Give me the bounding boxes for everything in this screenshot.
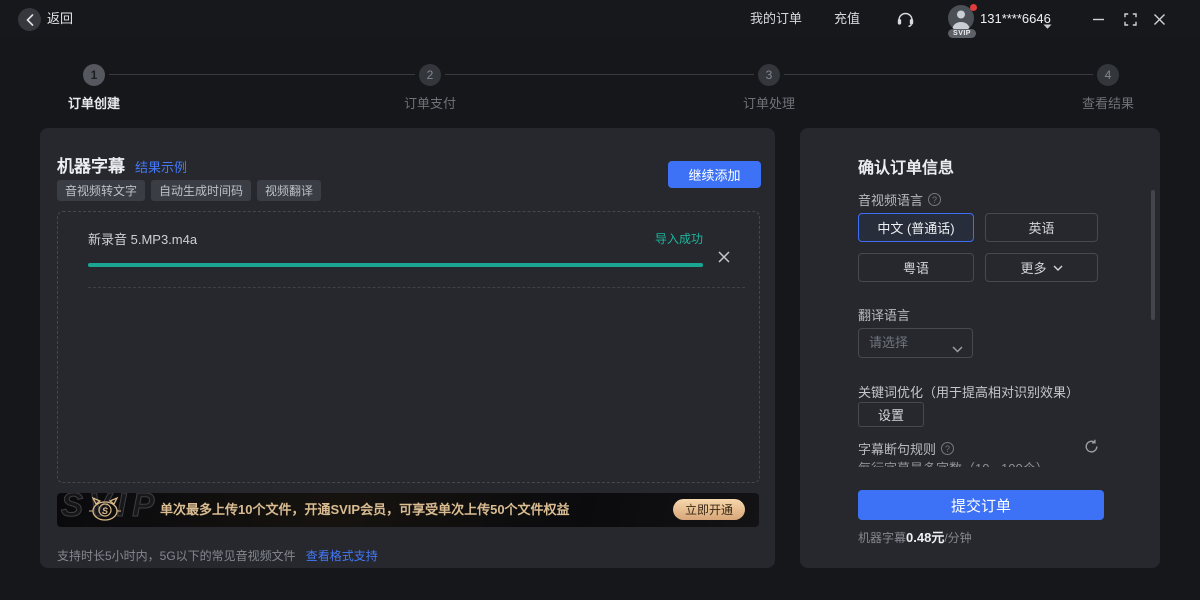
upload-panel: 机器字幕 结果示例 继续添加 音视频转文字 自动生成时间码 视频翻译 新录音 5…: [40, 128, 775, 568]
back-label[interactable]: 返回: [47, 0, 73, 38]
select-placeholder: 请选择: [869, 329, 908, 357]
panel-scrollbar-thumb[interactable]: [1151, 190, 1155, 320]
account-avatar[interactable]: SVIP: [948, 5, 976, 35]
headset-icon[interactable]: [896, 10, 915, 32]
step-connector: [784, 74, 1093, 75]
step-3-circle: 3: [758, 64, 780, 86]
keyword-label-text: 关键词优化（用于提高相对识别效果）: [858, 382, 1079, 401]
feature-tag: 音视频转文字: [57, 180, 145, 201]
language-option-more[interactable]: 更多: [985, 253, 1098, 282]
price-suffix: /分钟: [944, 531, 971, 545]
svip-badge: SVIP: [948, 29, 976, 38]
language-option-mandarin[interactable]: 中文 (普通话): [858, 213, 974, 242]
file-status: 导入成功: [655, 230, 703, 247]
audio-language-label: 音视频语言 ?: [858, 190, 941, 209]
language-option-english[interactable]: 英语: [985, 213, 1098, 242]
nav-my-orders[interactable]: 我的订单: [750, 0, 802, 38]
feature-tags: 音视频转文字 自动生成时间码 视频翻译: [57, 180, 321, 201]
keyword-settings-button[interactable]: 设置: [858, 402, 924, 427]
remove-file-button[interactable]: [717, 250, 731, 264]
step-connector: [109, 74, 415, 75]
keyword-optimization-label: 关键词优化（用于提高相对识别效果）: [858, 382, 1079, 401]
step-3-label: 订单处理: [699, 93, 839, 112]
step-2-label: 订单支付: [360, 93, 500, 112]
step-4-label: 查看结果: [1038, 93, 1178, 112]
chevron-left-icon: [26, 14, 34, 26]
price-value: 0.48元: [906, 530, 944, 545]
upload-hint: 支持时长5小时内，5G以下的常见音视频文件查看格式支持: [57, 547, 378, 564]
language-option-cantonese[interactable]: 粤语: [858, 253, 974, 282]
info-icon[interactable]: ?: [928, 193, 941, 206]
order-stepper: 1 2 3 4 订单创建 订单支付 订单处理 查看结果: [0, 38, 1200, 128]
minimize-button[interactable]: [1086, 7, 1110, 31]
feature-tag: 自动生成时间码: [151, 180, 251, 201]
audio-language-label-text: 音视频语言: [858, 190, 923, 209]
nav-recharge[interactable]: 充值: [834, 0, 860, 38]
step-connector: [445, 74, 754, 75]
price-prefix: 机器字幕: [858, 531, 906, 545]
order-panel-title: 确认订单信息: [858, 154, 954, 178]
order-confirm-panel: 确认订单信息 音视频语言 ? 中文 (普通话) 英语 粤语 更多 翻译语言 请选…: [800, 128, 1160, 568]
segment-label-text: 字幕断句规则: [858, 439, 936, 458]
more-label: 更多: [1020, 258, 1046, 277]
titlebar: 返回 我的订单 充值 SVIP 131****6646: [0, 0, 1200, 38]
info-icon[interactable]: ?: [941, 442, 954, 455]
svip-banner-text: 单次最多上传10个文件，开通SVIP会员，可享受单次上传50个文件权益: [160, 493, 570, 527]
feature-tag: 视频翻译: [257, 180, 321, 201]
chevron-down-icon: [952, 340, 963, 358]
close-icon: [717, 250, 731, 264]
step-2-circle: 2: [419, 64, 441, 86]
account-caret-icon[interactable]: [1043, 17, 1052, 35]
chevron-down-icon: [1053, 265, 1063, 271]
submit-order-button[interactable]: 提交订单: [858, 490, 1104, 520]
file-list-container: 新录音 5.MP3.m4a 导入成功: [57, 211, 760, 483]
file-progress-bar: [88, 263, 703, 267]
refresh-icon: [1084, 439, 1099, 454]
back-button[interactable]: [18, 8, 41, 31]
svip-banner: SVIP S 单次最多上传10个文件，开通SVIP会员，可享受单次上传50个文件…: [57, 493, 759, 527]
example-link[interactable]: 结果示例: [135, 157, 187, 176]
hint-text: 支持时长5小时内，5G以下的常见音视频文件: [57, 549, 296, 563]
translate-language-label: 翻译语言: [858, 305, 910, 324]
notification-dot: [970, 4, 977, 11]
segment-sub-setting: 每行字幕最多字数（10 - 100个）: [858, 458, 1108, 467]
minimize-icon: [1092, 13, 1105, 26]
format-support-link[interactable]: 查看格式支持: [306, 549, 378, 563]
svip-coin-icon: S: [88, 496, 122, 527]
close-button[interactable]: [1147, 7, 1171, 31]
svg-text:S: S: [102, 506, 108, 516]
reset-rules-button[interactable]: [1084, 439, 1100, 455]
segmentation-rule-label: 字幕断句规则 ?: [858, 439, 954, 458]
file-row: 新录音 5.MP3.m4a 导入成功: [88, 212, 745, 288]
step-4-circle: 4: [1097, 64, 1119, 86]
fullscreen-icon: [1124, 13, 1137, 26]
page-title: 机器字幕: [57, 152, 125, 177]
price-line: 机器字幕0.48元/分钟: [858, 527, 972, 546]
step-1-label: 订单创建: [24, 93, 164, 112]
translate-label-text: 翻译语言: [858, 305, 910, 324]
account-number[interactable]: 131****6646: [980, 0, 1051, 38]
translate-language-select[interactable]: 请选择: [858, 328, 973, 358]
add-more-button[interactable]: 继续添加: [668, 161, 761, 188]
fullscreen-button[interactable]: [1118, 7, 1142, 31]
activate-svip-button[interactable]: 立即开通: [673, 499, 745, 520]
file-name: 新录音 5.MP3.m4a: [88, 229, 197, 248]
step-1-circle: 1: [83, 64, 105, 86]
close-icon: [1153, 13, 1166, 26]
